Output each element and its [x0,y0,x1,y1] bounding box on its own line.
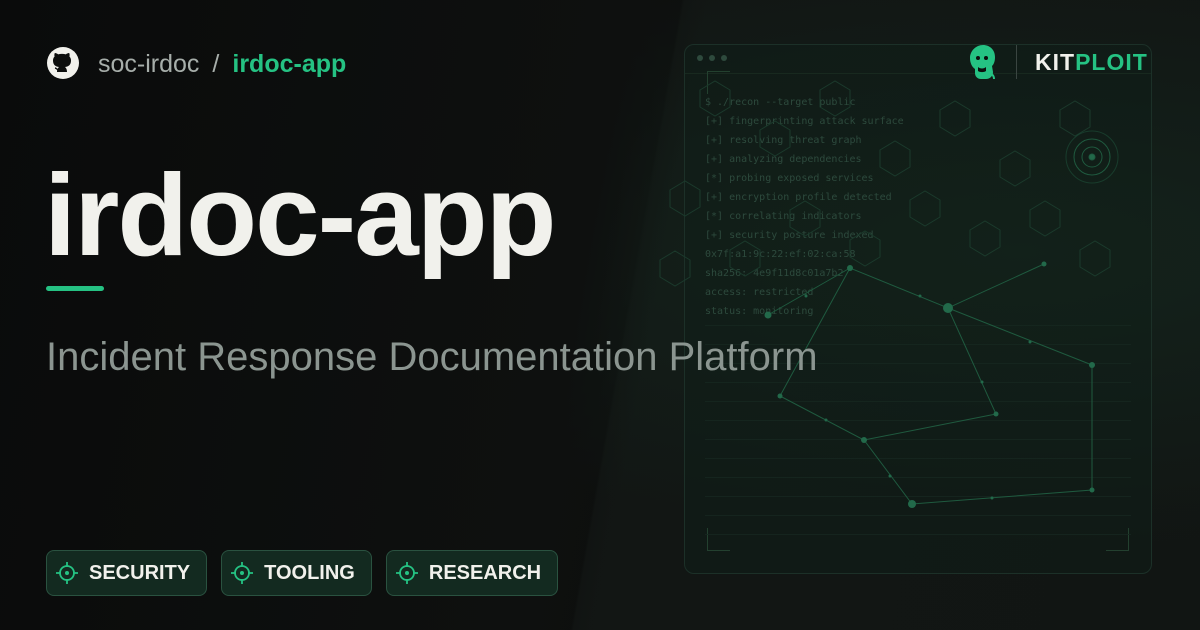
crosshair-icon [231,562,254,584]
terminal-line: access: restricted [705,287,814,298]
terminal-line: status: monitoring [705,306,814,317]
terminal-line: [*] correlating indicators [705,211,862,222]
terminal-line: [+] analyzing dependencies [705,154,862,165]
topic-tags: SECURITY TOOLING RESEARCH [46,550,559,596]
tag-label: TOOLING [264,561,355,584]
crosshair-icon [395,562,418,584]
github-icon [47,47,79,79]
repo-name[interactable]: irdoc-app [232,50,346,79]
tag-label: SECURITY [89,561,191,584]
tag-tooling[interactable]: TOOLING [221,550,372,596]
title-underline [46,286,104,291]
terminal-line: sha256: 4e9f11d8c01a7b2 [705,268,844,279]
tag-security[interactable]: SECURITY [46,550,208,596]
crosshair-icon [56,562,78,584]
page-title: irdoc-app [44,150,556,280]
terminal-line: [+] encryption profile detected [705,192,892,203]
window-dot-icon [709,55,715,61]
social-card: $ ./recon --target public [+] fingerprin… [0,0,1200,630]
terminal-line: [+] fingerprinting attack surface [705,116,904,127]
brand-wordmark: KITPLOIT [1035,49,1148,76]
repo-owner[interactable]: soc-irdoc [98,50,199,79]
brand-logo: KITPLOIT [966,42,1148,82]
window-dot-icon [697,55,703,61]
frame-corner [707,71,730,94]
terminal-output: $ ./recon --target public [+] fingerprin… [705,93,904,321]
page-subtitle: Incident Response Documentation Platform [46,335,818,379]
terminal-line: [+] resolving threat graph [705,135,862,146]
terminal-line: [*] probing exposed services [705,173,874,184]
window-dots [697,55,727,61]
terminal-line: [+] security posture indexed [705,230,874,241]
terminal-line: $ ./recon --target public [705,97,856,108]
brand-divider [1016,45,1017,79]
tag-label: RESEARCH [428,561,542,584]
mascot-icon [970,45,995,80]
tag-research[interactable]: RESEARCH [385,550,559,596]
brand-wordmark-ploit: PLOIT [1075,48,1148,75]
breadcrumb-separator: / [212,49,220,78]
window-dot-icon [721,55,727,61]
brand-wordmark-kit: KIT [1035,48,1076,75]
breadcrumb: soc-irdoc / irdoc-app [98,48,346,80]
terminal-panel: $ ./recon --target public [+] fingerprin… [684,44,1152,574]
terminal-line: 0x7f:a1:9c:22:ef:02:ca:58 [705,249,856,260]
